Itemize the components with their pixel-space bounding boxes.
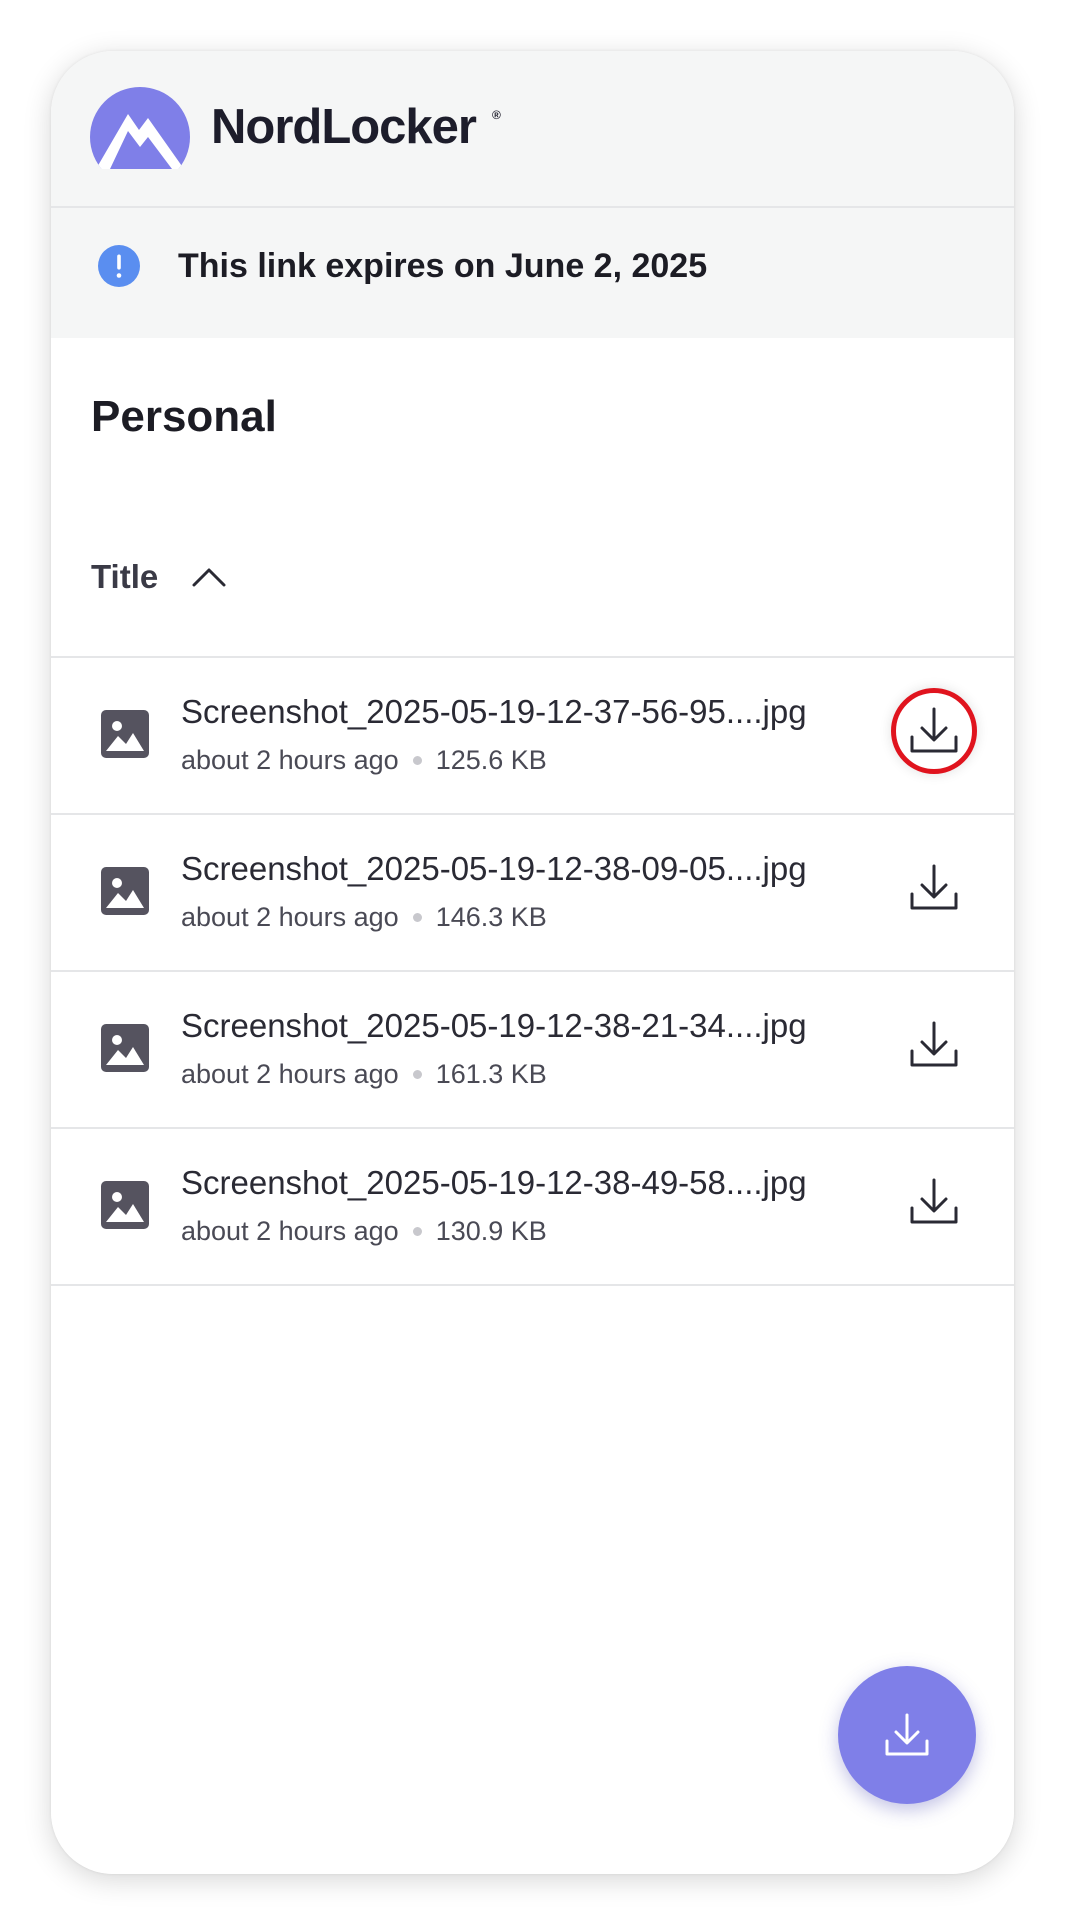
image-file-icon [101,1181,149,1229]
folder-card: Personal Title Screenshot_2025-05-19-12-… [51,342,1014,1874]
info-exclamation-icon [98,245,140,287]
download-icon [910,1021,958,1067]
file-name: Screenshot_2025-05-19-12-38-09-05....jpg [181,850,807,887]
expiry-text: This link expires on June 2, 2025 [178,247,708,285]
file-meta: about 2 hours ago 125.6 KB [181,743,547,777]
download-icon [910,707,958,753]
file-row[interactable]: Screenshot_2025-05-19-12-38-49-58....jpg… [51,1129,1014,1286]
file-modified: about 2 hours ago [181,902,399,932]
file-row[interactable]: Screenshot_2025-05-19-12-38-09-05....jpg… [51,815,1014,972]
file-name: Screenshot_2025-05-19-12-37-56-95....jpg [181,693,807,730]
file-modified: about 2 hours ago [181,745,399,775]
separator-dot [412,1226,422,1236]
file-size: 146.3 KB [435,902,547,932]
image-file-icon [101,1024,149,1072]
separator-dot [412,912,422,922]
file-size: 161.3 KB [435,1059,547,1089]
registered-mark: ® [492,108,501,122]
image-file-icon [101,867,149,915]
separator-dot [412,1069,422,1079]
sort-by-title-button[interactable]: Title [91,552,227,602]
sort-label: Title [91,558,159,595]
download-icon [885,1713,929,1756]
file-name: Screenshot_2025-05-19-12-38-49-58....jpg [181,1164,807,1201]
file-modified: about 2 hours ago [181,1216,399,1246]
download-icon [910,1178,958,1224]
file-meta: about 2 hours ago 146.3 KB [181,900,547,934]
image-file-icon [101,710,149,758]
download-file-button[interactable] [891,845,977,931]
phone-frame: NordLocker ® This link expires on June 2… [51,51,1014,1874]
download-file-button[interactable] [891,688,977,774]
app-header: NordLocker ® [51,51,1014,208]
file-meta: about 2 hours ago 130.9 KB [181,1214,547,1248]
download-icon [910,864,958,910]
file-size: 125.6 KB [435,745,547,775]
nordlocker-logo-icon [90,87,190,169]
file-meta: about 2 hours ago 161.3 KB [181,1057,547,1091]
download-file-button[interactable] [891,1002,977,1088]
file-modified: about 2 hours ago [181,1059,399,1089]
file-size: 130.9 KB [435,1216,547,1246]
file-row[interactable]: Screenshot_2025-05-19-12-38-21-34....jpg… [51,972,1014,1129]
folder-title: Personal [91,392,277,441]
download-all-button[interactable] [838,1666,976,1804]
download-file-button[interactable] [891,1159,977,1245]
brand-name: NordLocker [211,100,477,154]
separator-dot [412,755,422,765]
file-list: Screenshot_2025-05-19-12-37-56-95....jpg… [51,656,1014,1286]
chevron-up-icon [192,568,226,587]
expiry-notice: This link expires on June 2, 2025 [51,208,1014,338]
file-name: Screenshot_2025-05-19-12-38-21-34....jpg [181,1007,807,1044]
file-row[interactable]: Screenshot_2025-05-19-12-37-56-95....jpg… [51,658,1014,815]
